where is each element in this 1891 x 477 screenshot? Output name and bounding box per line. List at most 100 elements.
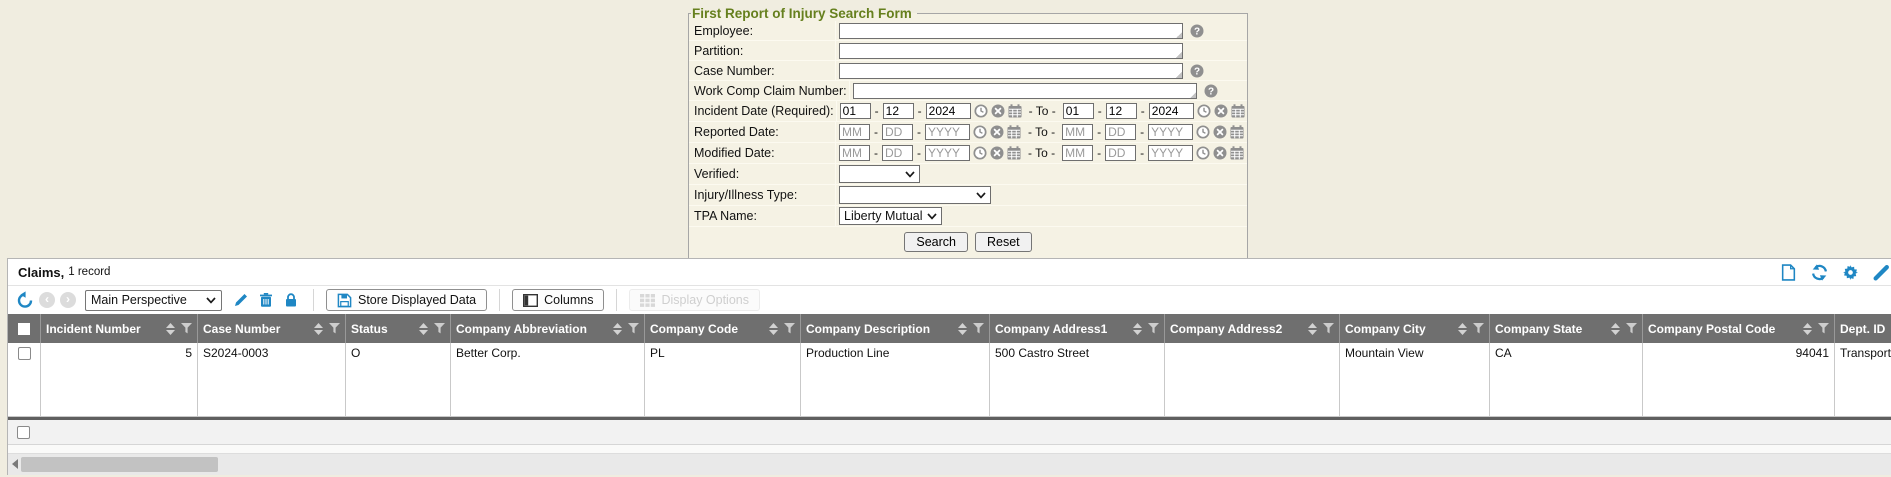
calendar-icon[interactable] (1007, 146, 1021, 160)
reported-to-dd[interactable] (1105, 124, 1136, 140)
cell-company-city[interactable]: Mountain View (1340, 343, 1490, 416)
time-icon[interactable] (1197, 104, 1211, 118)
horizontal-scrollbar[interactable] (8, 454, 1891, 475)
incident-from-dd[interactable] (883, 103, 914, 119)
clear-icon[interactable] (1214, 104, 1228, 118)
new-document-icon[interactable] (1780, 264, 1797, 281)
cell-dept-id[interactable]: Transporta (1835, 343, 1891, 416)
gear-icon[interactable] (1842, 264, 1859, 281)
cell-company-description[interactable]: Production Line (801, 343, 990, 416)
cell-company-code[interactable]: PL (645, 343, 801, 416)
column-header-incident-number[interactable]: Incident Number (41, 314, 198, 343)
column-header-company-postal-code[interactable]: Company Postal Code (1643, 314, 1835, 343)
time-icon[interactable] (974, 104, 988, 118)
reported-from-mm[interactable] (839, 124, 870, 140)
previous-perspective-button[interactable]: ‹ (39, 292, 55, 308)
case-number-input[interactable] (839, 63, 1183, 79)
filter-icon[interactable] (973, 323, 984, 334)
work-comp-input[interactable] (853, 83, 1197, 99)
sort-icon[interactable] (1133, 323, 1142, 335)
cell-company-abbreviation[interactable]: Better Corp. (451, 343, 645, 416)
time-icon[interactable] (973, 146, 987, 160)
cell-status[interactable]: O (346, 343, 451, 416)
filter-icon[interactable] (1323, 323, 1334, 334)
modified-to-dd[interactable] (1105, 145, 1136, 161)
sort-icon[interactable] (1308, 323, 1317, 335)
column-header-case-number[interactable]: Case Number (198, 314, 346, 343)
incident-to-yyyy[interactable] (1149, 103, 1194, 119)
clear-icon[interactable] (991, 104, 1005, 118)
reset-button[interactable]: Reset (975, 232, 1032, 252)
time-icon[interactable] (973, 125, 987, 139)
reported-to-mm[interactable] (1062, 124, 1093, 140)
perspective-select[interactable]: Main Perspective (85, 290, 222, 311)
scroll-left-arrow-icon[interactable] (12, 459, 18, 469)
modified-from-mm[interactable] (839, 145, 870, 161)
refresh-icon[interactable] (1811, 264, 1828, 281)
calendar-icon[interactable] (1008, 104, 1022, 118)
time-icon[interactable] (1196, 146, 1210, 160)
row-checkbox[interactable] (18, 347, 31, 360)
time-icon[interactable] (1196, 125, 1210, 139)
calendar-icon[interactable] (1007, 125, 1021, 139)
row-select-cell[interactable] (8, 343, 41, 416)
calendar-icon[interactable] (1231, 104, 1245, 118)
column-header-company-abbreviation[interactable]: Company Abbreviation (451, 314, 645, 343)
sort-icon[interactable] (1803, 323, 1812, 335)
help-icon[interactable] (1204, 84, 1218, 98)
clear-icon[interactable] (1213, 125, 1227, 139)
incident-from-yyyy[interactable] (926, 103, 971, 119)
filter-icon[interactable] (1626, 323, 1637, 334)
sort-icon[interactable] (314, 323, 323, 335)
wrench-icon[interactable] (1873, 264, 1890, 281)
search-button[interactable]: Search (904, 232, 968, 252)
modified-to-yyyy[interactable] (1148, 145, 1193, 161)
help-icon[interactable] (1190, 64, 1204, 78)
modified-from-dd[interactable] (882, 145, 913, 161)
cell-company-state[interactable]: CA (1490, 343, 1643, 416)
column-header-company-state[interactable]: Company State (1490, 314, 1643, 343)
columns-button[interactable]: Columns (512, 289, 604, 311)
employee-input[interactable] (839, 23, 1183, 39)
filter-icon[interactable] (434, 323, 445, 334)
sort-icon[interactable] (1611, 323, 1620, 335)
column-header-company-description[interactable]: Company Description (801, 314, 990, 343)
column-header-company-address2[interactable]: Company Address2 (1165, 314, 1340, 343)
column-header-company-code[interactable]: Company Code (645, 314, 801, 343)
filter-icon[interactable] (329, 323, 340, 334)
cell-company-postal-code[interactable]: 94041 (1643, 343, 1835, 416)
cell-company-address1[interactable]: 500 Castro Street (990, 343, 1165, 416)
tpa-name-select[interactable]: Liberty Mutual (839, 207, 942, 225)
incident-to-dd[interactable] (1106, 103, 1137, 119)
verified-select[interactable] (839, 165, 920, 183)
delete-trash-icon[interactable] (258, 292, 274, 308)
undo-icon[interactable] (16, 291, 34, 309)
column-header-status[interactable]: Status (346, 314, 451, 343)
sort-icon[interactable] (1458, 323, 1467, 335)
sort-icon[interactable] (769, 323, 778, 335)
partition-input[interactable] (839, 43, 1183, 59)
sort-icon[interactable] (613, 323, 622, 335)
clear-icon[interactable] (990, 146, 1004, 160)
store-displayed-data-button[interactable]: Store Displayed Data (326, 289, 487, 311)
column-header-select[interactable] (8, 314, 41, 343)
calendar-icon[interactable] (1230, 125, 1244, 139)
edit-pencil-icon[interactable] (233, 292, 249, 308)
sort-icon[interactable] (166, 323, 175, 335)
incident-from-mm[interactable] (840, 103, 871, 119)
filter-icon[interactable] (1818, 323, 1829, 334)
filter-icon[interactable] (1473, 323, 1484, 334)
column-header-company-address1[interactable]: Company Address1 (990, 314, 1165, 343)
filter-icon[interactable] (784, 323, 795, 334)
select-all-checkbox[interactable] (18, 323, 30, 335)
filter-icon[interactable] (1148, 323, 1159, 334)
reported-from-dd[interactable] (882, 124, 913, 140)
cell-company-address2[interactable] (1165, 343, 1340, 416)
clear-icon[interactable] (990, 125, 1004, 139)
reported-from-yyyy[interactable] (925, 124, 970, 140)
injury-type-select[interactable] (839, 186, 991, 204)
column-header-company-city[interactable]: Company City (1340, 314, 1490, 343)
calendar-icon[interactable] (1230, 146, 1244, 160)
modified-from-yyyy[interactable] (925, 145, 970, 161)
incident-to-mm[interactable] (1063, 103, 1094, 119)
